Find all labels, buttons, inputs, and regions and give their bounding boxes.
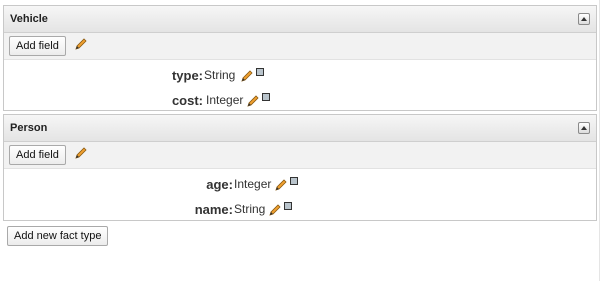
- collapse-icon[interactable]: [578, 122, 590, 134]
- panel-title: Vehicle: [10, 13, 48, 25]
- pencil-icon[interactable]: [268, 203, 282, 217]
- panel-toolbar: Add field: [4, 33, 596, 60]
- panel-title: Person: [10, 122, 48, 134]
- panel-toolbar: Add field: [4, 142, 596, 169]
- panel-header: Person: [4, 115, 596, 142]
- field-name: age:: [206, 177, 233, 192]
- field-row: type:: [4, 65, 203, 87]
- field-type: Integer: [234, 177, 272, 191]
- fact-type-panel-person: Person Add field age: Integer name: Stri…: [3, 114, 597, 221]
- pencil-icon[interactable]: [246, 94, 260, 108]
- field-name: cost:: [171, 93, 203, 108]
- remove-icon[interactable]: [290, 177, 298, 185]
- remove-icon[interactable]: [256, 68, 264, 76]
- field-row: cost:: [4, 90, 203, 112]
- field-type: Integer: [206, 93, 244, 107]
- field-name: name:: [194, 202, 233, 217]
- pencil-icon[interactable]: [74, 146, 88, 160]
- pencil-icon[interactable]: [240, 69, 254, 83]
- field-list: type: String cost: Integer: [4, 60, 596, 110]
- remove-icon[interactable]: [262, 93, 270, 101]
- add-fact-type-button[interactable]: Add new fact type: [7, 226, 109, 246]
- field-type: String: [204, 68, 236, 82]
- field-list: age: Integer name: String: [4, 169, 596, 219]
- remove-icon[interactable]: [284, 202, 292, 210]
- add-field-button[interactable]: Add field: [9, 36, 66, 56]
- add-field-button[interactable]: Add field: [9, 145, 66, 165]
- field-type: String: [234, 202, 266, 216]
- pencil-icon[interactable]: [74, 37, 88, 51]
- field-name: type:: [171, 68, 203, 83]
- panel-header: Vehicle: [4, 6, 596, 33]
- field-row: age:: [4, 174, 233, 196]
- fact-type-panel-vehicle: Vehicle Add field type: String cost: Int…: [3, 5, 597, 111]
- field-row: name:: [4, 199, 233, 221]
- pencil-icon[interactable]: [274, 178, 288, 192]
- collapse-icon[interactable]: [578, 13, 590, 25]
